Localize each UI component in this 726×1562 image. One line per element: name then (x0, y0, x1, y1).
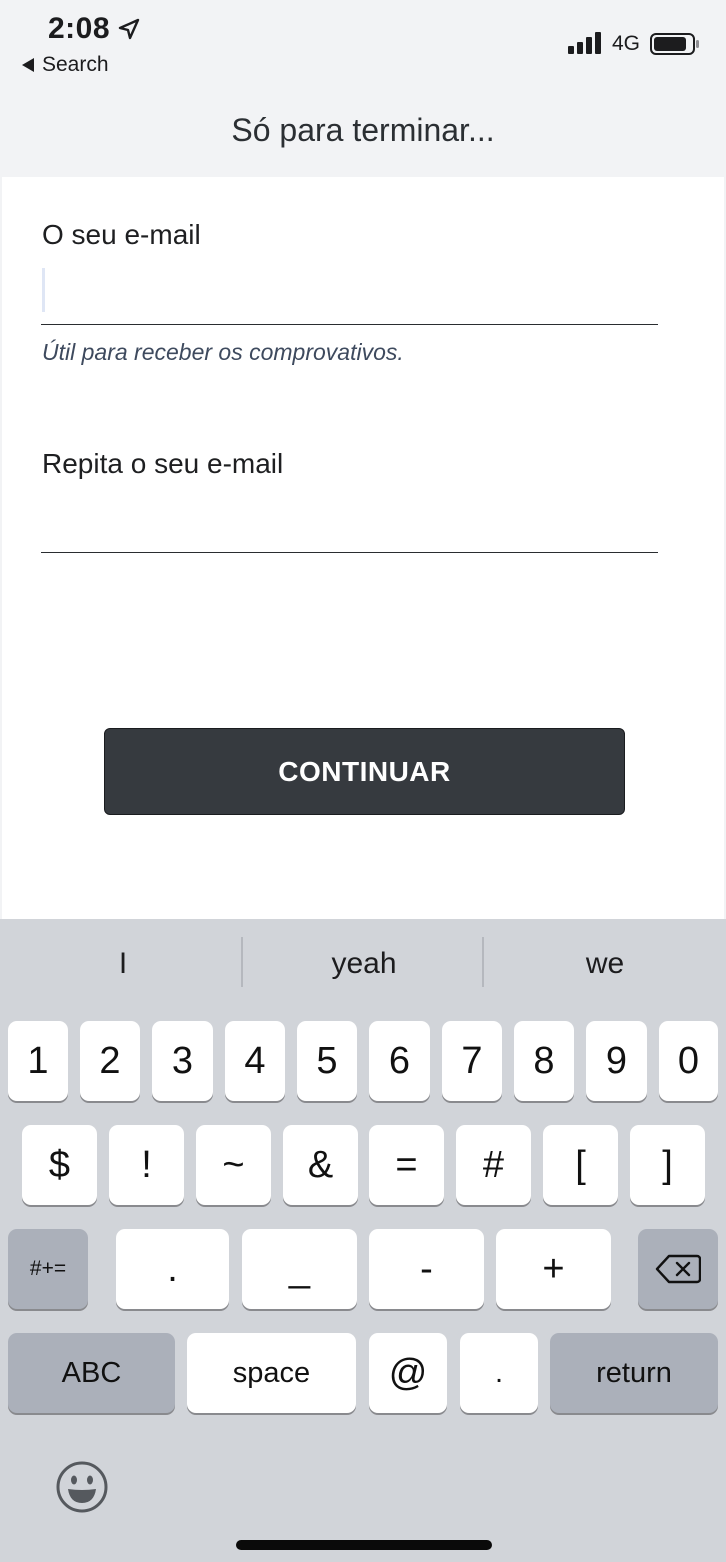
key-dollar[interactable]: $ (22, 1125, 97, 1205)
key-tilde[interactable]: ~ (196, 1125, 271, 1205)
key-right-bracket[interactable]: ] (630, 1125, 705, 1205)
key-hash[interactable]: # (456, 1125, 531, 1205)
key-period[interactable]: . (116, 1229, 229, 1309)
email-form: O seu e-mail Útil para receber os compro… (2, 177, 724, 919)
back-to-search-link[interactable]: Search (22, 53, 109, 77)
space-key[interactable]: space (187, 1333, 356, 1413)
cellular-signal-icon (568, 32, 601, 54)
back-label: Search (42, 53, 109, 76)
return-key[interactable]: return (550, 1333, 718, 1413)
key-equals[interactable]: = (369, 1125, 444, 1205)
more-symbols-key[interactable]: #+= (8, 1229, 88, 1309)
key-underscore[interactable]: _ (242, 1229, 357, 1309)
email-input[interactable] (41, 270, 658, 325)
suggestion-3[interactable]: we (484, 947, 726, 981)
key-7[interactable]: 7 (442, 1021, 502, 1101)
continue-button[interactable]: CONTINUAR (104, 728, 625, 815)
key-5[interactable]: 5 (297, 1021, 357, 1101)
delete-key[interactable] (638, 1229, 718, 1309)
key-dot[interactable]: . (460, 1333, 538, 1413)
network-type: 4G (612, 32, 641, 55)
status-bar: 2:08 Search 4G (0, 0, 726, 90)
email-label: O seu e-mail (42, 219, 201, 250)
key-plus[interactable]: + (496, 1229, 611, 1309)
key-at[interactable]: @ (369, 1333, 447, 1413)
page-title: Só para terminar... (231, 112, 495, 148)
key-8[interactable]: 8 (514, 1021, 574, 1101)
delete-icon (655, 1254, 701, 1284)
key-0[interactable]: 0 (659, 1021, 718, 1101)
suggestion-2[interactable]: yeah (243, 947, 485, 981)
home-indicator (236, 1540, 492, 1550)
key-1[interactable]: 1 (8, 1021, 68, 1101)
status-time: 2:08 (48, 12, 111, 45)
back-arrow-icon (22, 58, 34, 72)
key-4[interactable]: 4 (225, 1021, 285, 1101)
repeat-email-input[interactable] (41, 498, 658, 553)
suggestion-1[interactable]: I (2, 947, 244, 981)
repeat-email-label: Repita o seu e-mail (42, 448, 284, 479)
key-2[interactable]: 2 (80, 1021, 140, 1101)
abc-key[interactable]: ABC (8, 1333, 175, 1413)
emoji-icon[interactable] (55, 1460, 109, 1514)
text-cursor (42, 268, 45, 312)
key-3[interactable]: 3 (152, 1021, 213, 1101)
key-9[interactable]: 9 (586, 1021, 647, 1101)
key-ampersand[interactable]: & (283, 1125, 358, 1205)
key-exclamation[interactable]: ! (109, 1125, 184, 1205)
key-6[interactable]: 6 (369, 1021, 430, 1101)
key-left-bracket[interactable]: [ (543, 1125, 618, 1205)
keyboard: I yeah we 1 2 3 4 5 6 7 8 9 0 $ ! ~ & = … (0, 919, 726, 1562)
battery-icon (650, 33, 699, 55)
location-arrow-icon (118, 18, 140, 40)
key-hyphen[interactable]: - (369, 1229, 484, 1309)
email-hint: Útil para receber os comprovativos. (42, 339, 404, 365)
